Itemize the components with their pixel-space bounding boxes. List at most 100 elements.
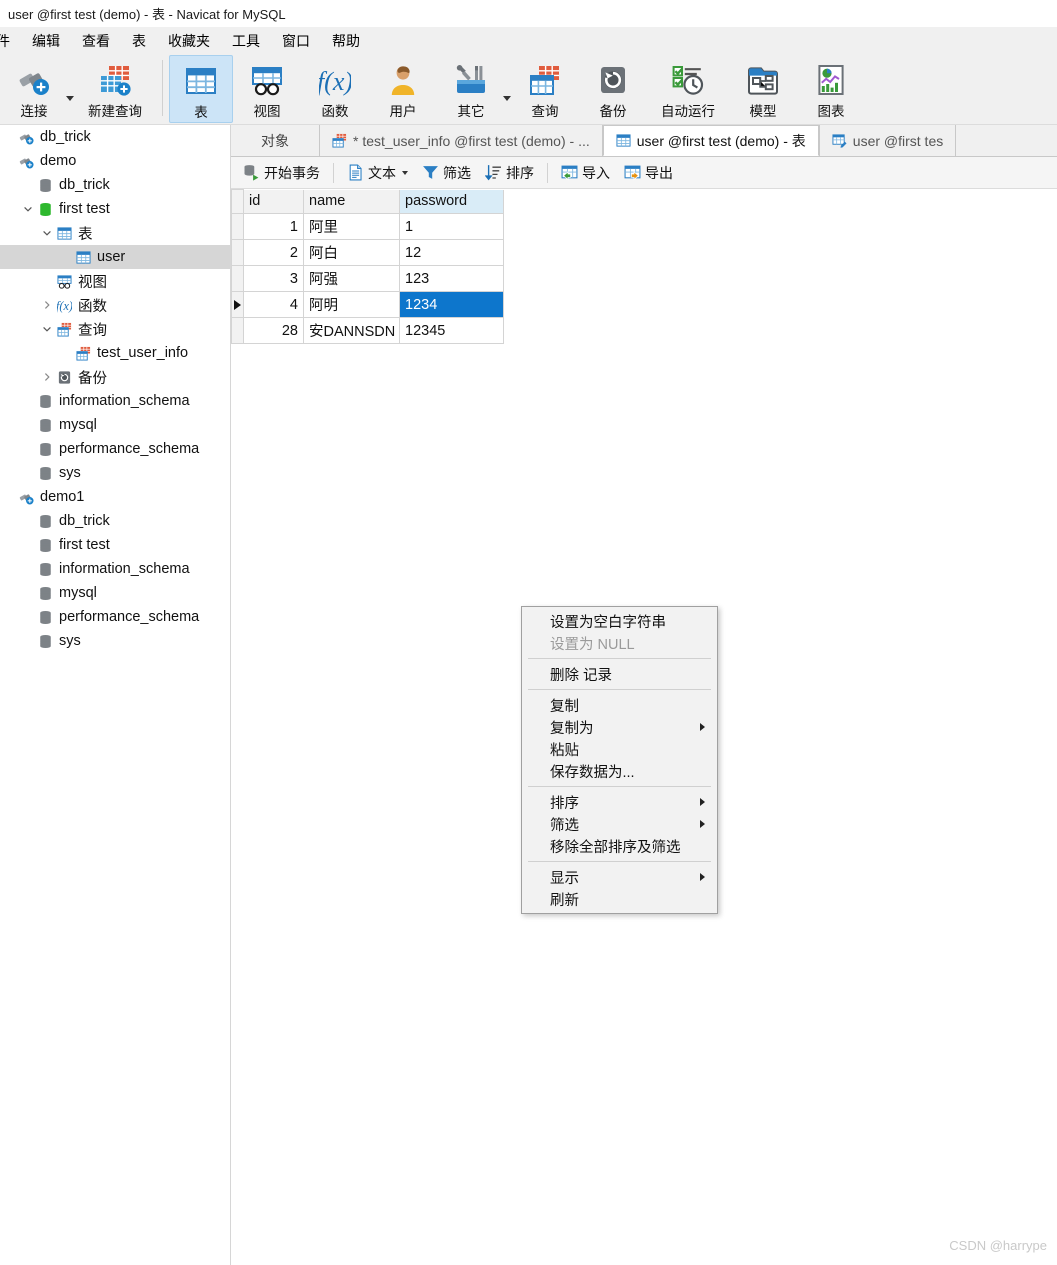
chevron-right-icon[interactable] [40, 372, 54, 382]
toolbar-button-connection[interactable]: 连接 [0, 55, 68, 123]
sidebar-item--[interactable]: f(x) 函数 [0, 293, 230, 317]
sidebar-item-test-user-info[interactable]: test_user_info [0, 341, 230, 365]
toolbar-button-table[interactable]: 表 [169, 55, 233, 123]
context-menu-item[interactable]: 设置为空白字符串 [522, 610, 717, 632]
toolbar-button-new-query[interactable]: 新建查询 [74, 55, 156, 123]
menu-view[interactable]: 查看 [71, 29, 121, 53]
row-gutter[interactable] [231, 213, 244, 240]
menu-file[interactable]: 件 [0, 29, 21, 53]
sidebar-item--[interactable]: 视图 [0, 269, 230, 293]
context-menu-item[interactable]: 复制为 [522, 716, 717, 738]
context-menu[interactable]: 设置为空白字符串 设置为 NULL 删除 记录 复制 复制为 粘贴 保存数据为... 排序 筛选… [521, 606, 718, 914]
sidebar-item-db-trick[interactable]: db_trick [0, 125, 230, 149]
gridbar-button-sort[interactable]: 排序 [479, 160, 540, 186]
context-menu-item[interactable]: 刷新 [522, 888, 717, 910]
chevron-right-icon[interactable] [40, 300, 54, 310]
table-row[interactable]: 1 阿里 1 [231, 213, 504, 240]
table-row[interactable]: 28 安DANNSDN 12345 [231, 317, 504, 344]
sidebar-item--[interactable]: 备份 [0, 365, 230, 389]
context-menu-item[interactable]: 显示 [522, 866, 717, 888]
cell-id[interactable]: 1 [243, 213, 304, 240]
sidebar-item-performance-schema[interactable]: performance_schema [0, 605, 230, 629]
sidebar-item-information-schema[interactable]: information_schema [0, 557, 230, 581]
menu-tools[interactable]: 工具 [221, 29, 271, 53]
tab-1[interactable]: user @first test (demo) - 表 [602, 125, 819, 156]
sidebar-item-mysql[interactable]: mysql [0, 581, 230, 605]
gridbar-button-filter[interactable]: 筛选 [416, 160, 477, 186]
column-header-id[interactable]: id [243, 189, 304, 214]
context-menu-item[interactable]: 筛选 [522, 813, 717, 835]
chevron-down-icon[interactable] [21, 204, 35, 214]
chevron-down-icon[interactable] [40, 228, 54, 238]
gridbar-button-text[interactable]: 文本 [341, 160, 414, 186]
cell-id[interactable]: 3 [243, 265, 304, 292]
toolbar-button-function[interactable]: f(x) 函数 [301, 55, 369, 123]
menu-edit[interactable]: 编辑 [21, 29, 71, 53]
sidebar-item-sys[interactable]: sys [0, 629, 230, 653]
column-header-name[interactable]: name [303, 189, 400, 214]
context-menu-item[interactable]: 粘贴 [522, 738, 717, 760]
chevron-down-icon[interactable] [402, 170, 408, 175]
cell-id[interactable]: 4 [243, 291, 304, 318]
column-header-password[interactable]: password [399, 189, 504, 214]
cell-password[interactable]: 1 [399, 213, 504, 240]
sidebar-item-demo[interactable]: demo [0, 149, 230, 173]
cell-name[interactable]: 阿强 [303, 265, 400, 292]
cell-name[interactable]: 阿白 [303, 239, 400, 266]
cell-name[interactable]: 阿明 [303, 291, 400, 318]
table-row[interactable]: 3 阿强 123 [231, 265, 504, 292]
cell-id[interactable]: 2 [243, 239, 304, 266]
cell-password[interactable]: 12345 [399, 317, 504, 344]
context-menu-item[interactable]: 排序 [522, 791, 717, 813]
toolbar-button-others[interactable]: 其它 [437, 55, 505, 123]
menu-window[interactable]: 窗口 [271, 29, 321, 53]
toolbar-button-query[interactable]: 查询 [511, 55, 579, 123]
sidebar-item-first-test[interactable]: first test [0, 197, 230, 221]
toolbar-button-automation[interactable]: 自动运行 [647, 55, 729, 123]
cell-name[interactable]: 安DANNSDN [303, 317, 400, 344]
tab-2[interactable]: user @first tes [818, 125, 957, 156]
context-menu-item[interactable]: 保存数据为... [522, 760, 717, 782]
sidebar-item-sys[interactable]: sys [0, 461, 230, 485]
sidebar-item-demo1[interactable]: demo1 [0, 485, 230, 509]
cell-name[interactable]: 阿里 [303, 213, 400, 240]
cell-id[interactable]: 28 [243, 317, 304, 344]
toolbar-button-chart[interactable]: 图表 [797, 55, 865, 123]
tab-0[interactable]: * test_user_info @first test (demo) - ..… [319, 125, 603, 156]
sidebar-item-first-test[interactable]: first test [0, 533, 230, 557]
sidebar-item--[interactable]: 表 [0, 221, 230, 245]
sidebar-item-mysql[interactable]: mysql [0, 413, 230, 437]
sidebar-item-performance-schema[interactable]: performance_schema [0, 437, 230, 461]
row-gutter[interactable] [231, 317, 244, 344]
sidebar-item-user[interactable]: user [0, 245, 230, 269]
sidebar-item-db-trick[interactable]: db_trick [0, 509, 230, 533]
sidebar-item--[interactable]: 查询 [0, 317, 230, 341]
row-gutter[interactable] [231, 291, 244, 318]
chevron-down-icon[interactable] [40, 324, 54, 334]
table-row[interactable]: 2 阿白 12 [231, 239, 504, 266]
cell-password[interactable]: 123 [399, 265, 504, 292]
context-menu-item[interactable]: 移除全部排序及筛选 [522, 835, 717, 857]
menu-favorites[interactable]: 收藏夹 [157, 29, 221, 53]
toolbar-button-model[interactable]: 模型 [729, 55, 797, 123]
navigation-sidebar[interactable]: db_trick demo db_trick first test 表 user… [0, 125, 231, 1265]
context-menu-item[interactable]: 删除 记录 [522, 663, 717, 685]
row-gutter[interactable] [231, 239, 244, 266]
sidebar-item-information-schema[interactable]: information_schema [0, 389, 230, 413]
toolbar-button-user[interactable]: 用户 [369, 55, 437, 123]
menu-table[interactable]: 表 [121, 29, 157, 53]
data-grid[interactable]: id name password 1 阿里 1 2 阿白 12 3 阿强 123 4 阿明 1234 28 安D… [231, 189, 504, 344]
row-gutter[interactable] [231, 265, 244, 292]
toolbar-button-view[interactable]: 视图 [233, 55, 301, 123]
cell-password[interactable]: 1234 [399, 291, 504, 318]
gridbar-button-export[interactable]: 导出 [618, 160, 679, 186]
gridbar-button-import[interactable]: 导入 [555, 160, 616, 186]
toolbar-button-backup[interactable]: 备份 [579, 55, 647, 123]
sidebar-item-db-trick[interactable]: db_trick [0, 173, 230, 197]
table-row[interactable]: 4 阿明 1234 [231, 291, 504, 318]
menu-help[interactable]: 帮助 [321, 29, 371, 53]
context-menu-item[interactable]: 复制 [522, 694, 717, 716]
objects-label[interactable]: 对象 [231, 125, 319, 156]
cell-password[interactable]: 12 [399, 239, 504, 266]
gridbar-button-transaction[interactable]: 开始事务 [237, 160, 326, 186]
